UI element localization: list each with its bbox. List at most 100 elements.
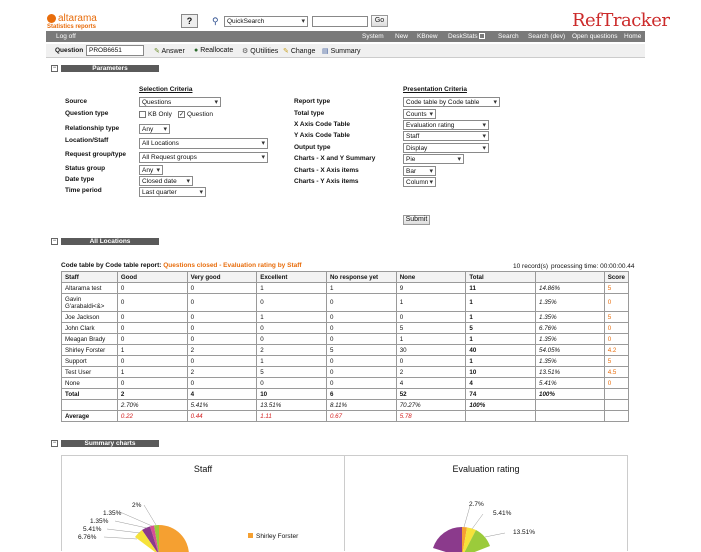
nav-home[interactable]: Home: [624, 31, 641, 42]
cell: 13.51%: [256, 399, 327, 411]
col-header[interactable]: Total: [465, 271, 537, 283]
output-type-select[interactable]: Display: [403, 143, 489, 153]
status-group-select[interactable]: Any: [139, 165, 163, 175]
staff-slice-label-4: 5.41%: [83, 526, 102, 533]
record-count: 10 record(s): [513, 263, 549, 270]
qutilities-action[interactable]: ⚙ QUtilities: [242, 47, 278, 55]
cell: 0: [186, 282, 258, 294]
staff-leader-line-4: [106, 528, 141, 534]
col-header[interactable]: Staff: [61, 271, 118, 283]
nav-system[interactable]: System: [362, 31, 384, 42]
staff-slice-label-3: 1.35%: [90, 518, 109, 525]
nav-search[interactable]: Search: [498, 31, 519, 42]
staff-leader-line-5: [103, 536, 138, 540]
cell: 8.11%: [325, 399, 397, 411]
x-axis-select[interactable]: Evaluation rating: [403, 120, 489, 130]
parameters-collapse-toggle[interactable]: −: [51, 65, 58, 72]
go-button[interactable]: Go: [371, 15, 388, 27]
col-header[interactable]: No response yet: [325, 271, 397, 283]
total-cell: 1: [465, 293, 537, 312]
summary-collapse-toggle[interactable]: −: [51, 440, 58, 447]
charts-x-value: Bar: [406, 168, 417, 175]
request-group-label: Request group/type: [65, 151, 127, 158]
location-label: Location/Staff: [65, 137, 109, 144]
reallocate-action[interactable]: ● Reallocate: [194, 47, 233, 54]
table-row: None 0 0 0 0 4 4 5.41% 0: [61, 377, 630, 389]
score-cell: 0: [603, 377, 630, 389]
col-header[interactable]: Very good: [186, 271, 258, 283]
staff-cell: Gavin G'arabaldi<&>: [61, 293, 118, 312]
quicksearch-select[interactable]: QuickSearch: [224, 16, 308, 27]
charts-x-select[interactable]: Bar: [403, 166, 436, 176]
status-group-value: Any: [142, 167, 154, 174]
cell: 74: [465, 388, 537, 400]
eval-leader-line-1: [463, 505, 471, 528]
summary-action[interactable]: ▤ Summary: [322, 47, 361, 55]
request-group-select[interactable]: All Request groups: [139, 152, 268, 163]
help-icon[interactable]: ?: [181, 14, 198, 28]
nav-open-questions[interactable]: Open questions: [572, 31, 618, 42]
table-row: Test User 1 2 5 0 2 10 13.51% 4.5: [61, 366, 630, 378]
results-collapse-toggle[interactable]: −: [51, 238, 58, 245]
charts-xy-label: Charts - X and Y Summary: [294, 155, 376, 162]
cell: 1: [395, 293, 467, 312]
change-icon: ✎: [283, 48, 289, 55]
selection-criteria-header: Selection Criteria: [139, 86, 193, 93]
percentage-row: 2.70% 5.41% 13.51% 8.11% 70.27% 100%: [61, 399, 630, 411]
eval-slice-label-3: 13.51%: [513, 529, 536, 536]
summary-section-bar: Summary charts: [61, 440, 159, 447]
cell: 0: [116, 377, 188, 389]
date-type-select[interactable]: Closed date: [139, 176, 193, 186]
cell: 4: [186, 388, 258, 400]
question-checkbox[interactable]: ✓: [178, 111, 185, 118]
report-type-label: Report type: [294, 98, 331, 105]
cell: 5.41%: [186, 399, 258, 411]
col-header[interactable]: Excellent: [256, 271, 327, 283]
charts-xy-select[interactable]: Pie: [403, 154, 464, 164]
output-type-value: Display: [406, 145, 428, 152]
cell: 2: [256, 344, 327, 356]
cell: 5: [325, 344, 397, 356]
col-header[interactable]: Good: [116, 271, 188, 283]
kb-only-option[interactable]: KB Only: [139, 111, 172, 118]
nav-new[interactable]: New: [395, 31, 408, 42]
total-cell: 5: [465, 322, 537, 334]
cell: 0: [116, 355, 188, 367]
cell: 2: [116, 388, 188, 400]
charts-x-label: Charts - X Axis items: [294, 167, 359, 174]
col-header[interactable]: None: [395, 271, 467, 283]
staff-slice-label-1: 2%: [132, 502, 142, 509]
report-type-select[interactable]: Code table by Code table: [403, 97, 500, 107]
table-row: Support 0 0 1 0 0 1 1.35% 5: [61, 355, 630, 367]
change-action[interactable]: ✎ Change: [283, 47, 315, 55]
score-cell: 0: [603, 322, 630, 334]
nav-kbnew[interactable]: KBnew: [417, 31, 438, 42]
source-select[interactable]: Questions: [139, 97, 221, 107]
kb-only-checkbox[interactable]: [139, 111, 146, 118]
question-input[interactable]: PROB6651: [86, 45, 144, 56]
nav-search-dev[interactable]: Search (dev): [528, 31, 565, 42]
total-type-select[interactable]: Counts: [403, 109, 436, 119]
nav-deskstats[interactable]: DeskStats: [448, 31, 478, 42]
staff-cell: Meagan Brady: [61, 333, 118, 345]
location-select[interactable]: All Locations: [139, 138, 268, 149]
cell: 0: [325, 366, 397, 378]
logoff-link[interactable]: Log off: [56, 31, 76, 42]
col-header: [535, 271, 605, 283]
relationship-select[interactable]: Any: [139, 124, 170, 134]
cell: 30: [395, 344, 467, 356]
time-period-value: Last quarter: [142, 189, 177, 196]
col-header[interactable]: Score: [603, 271, 630, 283]
cell: 0.67: [325, 410, 397, 422]
time-period-select[interactable]: Last quarter: [139, 187, 206, 197]
y-axis-select[interactable]: Staff: [403, 131, 489, 141]
score-cell: 4.2: [603, 344, 630, 356]
quicksearch-input[interactable]: [312, 16, 368, 27]
submit-button[interactable]: Submit: [403, 215, 430, 225]
cell: 0: [116, 311, 188, 323]
question-option[interactable]: ✓ Question: [178, 111, 213, 118]
charts-y-select[interactable]: Column: [403, 177, 436, 187]
answer-action[interactable]: ✎ Answer: [154, 47, 185, 55]
cell: 2: [395, 366, 467, 378]
average-label: Average: [61, 410, 118, 422]
